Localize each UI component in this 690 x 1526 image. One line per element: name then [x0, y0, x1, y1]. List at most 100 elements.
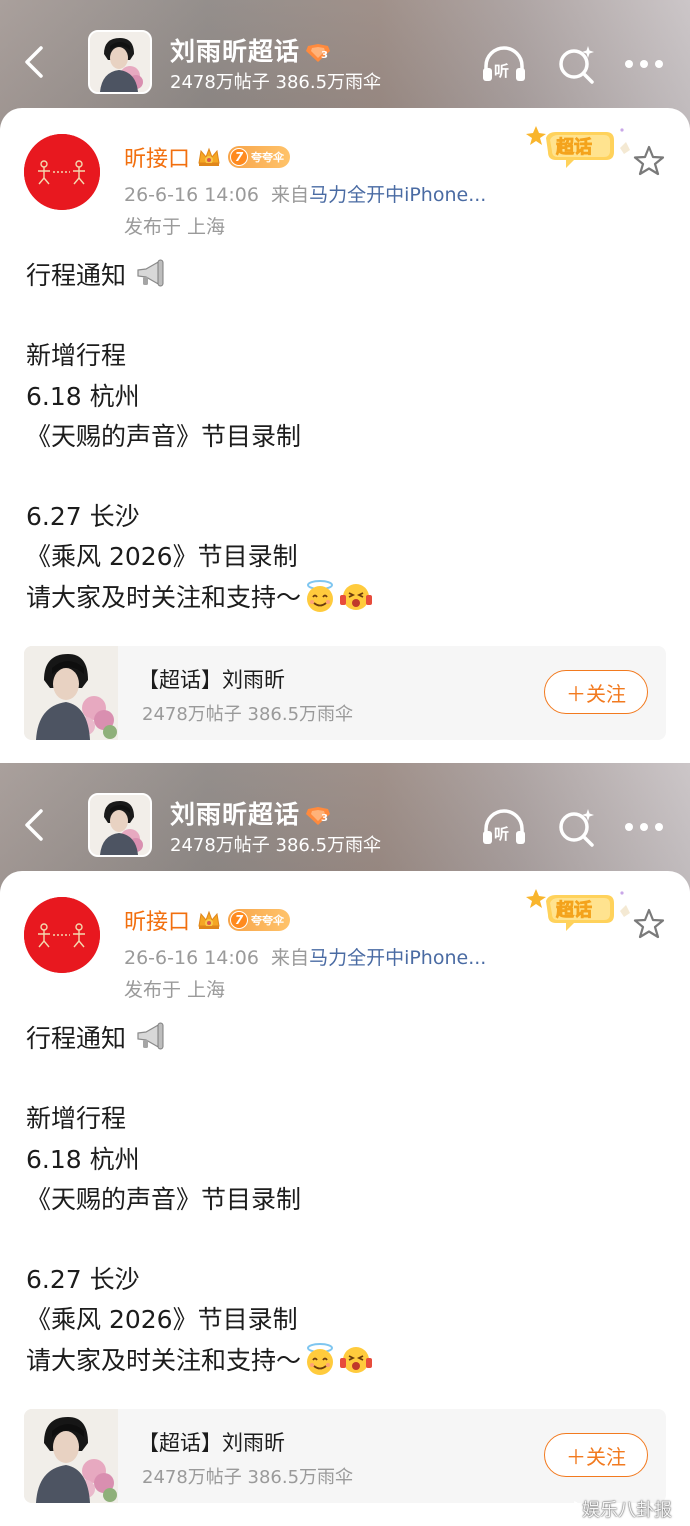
- listen-button[interactable]: 听: [480, 42, 528, 86]
- fan-badge: 7 夸夸伞: [228, 146, 291, 168]
- search-sparkle-icon: [559, 809, 594, 847]
- megaphone-icon: [137, 259, 164, 287]
- supertopic-badge: 超话: [526, 889, 630, 931]
- more-dots-icon: [625, 823, 663, 831]
- post-line: 《乘风 2026》节目录制: [26, 1300, 666, 1340]
- follow-button[interactable]: ＋关注: [544, 1433, 648, 1477]
- topic-avatar[interactable]: [88, 30, 152, 94]
- screenshot-panel-2: 刘雨昕超话 3 2478万帖子 386.5万雨伞 听 昕接口 7 夸夸伞 超话 …: [0, 763, 690, 1526]
- topic-avatar[interactable]: [88, 793, 152, 857]
- person-with-flowers-icon: [24, 646, 118, 740]
- post-time: 26-6-16 14:06: [124, 184, 259, 206]
- post-line-text: 6.27 长沙: [26, 1265, 140, 1295]
- search-sparkle-icon: [559, 46, 594, 84]
- stick-figures-icon: [24, 134, 100, 210]
- top-nav-bar: 刘雨昕超话 3 2478万帖子 386.5万雨伞 听: [0, 785, 690, 865]
- topic-title-text: 刘雨昕超话: [170, 800, 301, 829]
- cheering-face-emoji-icon: [340, 1346, 373, 1373]
- post-line: [26, 1220, 666, 1260]
- post-line: 请大家及时关注和支持～: [26, 1341, 666, 1381]
- back-button[interactable]: [14, 40, 54, 84]
- post-line-text: 6.18 杭州: [26, 1144, 140, 1174]
- post-line-text: 《乘风 2026》节目录制: [26, 542, 298, 572]
- topic-stats: 2478万帖子 386.5万雨伞: [170, 72, 382, 93]
- author-row: 昕接口 7 夸夸伞: [124, 141, 291, 173]
- fan-badge: 7 夸夸伞: [228, 909, 291, 931]
- weibo-logo-icon: [560, 1501, 579, 1518]
- crown-icon: [198, 147, 220, 166]
- post-meta: 26-6-16 14:06 来自马力全开中iPhone...: [124, 943, 486, 970]
- follow-button[interactable]: ＋关注: [544, 670, 648, 714]
- post-line-text: 请大家及时关注和支持～: [26, 1345, 302, 1375]
- person-photo-icon: [90, 32, 150, 92]
- headphones-icon: 听: [483, 46, 525, 81]
- post-line: 6.27 长沙: [26, 1260, 666, 1300]
- user-avatar[interactable]: [24, 134, 100, 210]
- post-line: 6.18 杭州: [26, 377, 666, 417]
- blessed-face-emoji-icon: [307, 1342, 334, 1375]
- favorite-star-icon[interactable]: [632, 907, 666, 941]
- supertopic-badge-text: 超话: [556, 136, 592, 158]
- post-line: 新增行程: [26, 336, 666, 376]
- post-card: 昕接口 7 夸夸伞 超话 26-6-16 14:06 来自马力全开中iPhone…: [0, 871, 690, 1526]
- level-diamond-icon: 3: [306, 807, 331, 825]
- cheering-face-emoji-icon: [340, 583, 373, 610]
- post-line: 请大家及时关注和支持～: [26, 578, 666, 618]
- blessed-face-emoji-icon: [307, 579, 334, 612]
- fan-level: 7: [230, 148, 249, 166]
- post-body: 行程通知 新增行程 6.18 杭州 《天赐的声音》节目录制 6.27 长沙 《乘…: [26, 1019, 666, 1381]
- post-source[interactable]: 马力全开中iPhone...: [309, 184, 486, 206]
- post-location: 发布于 上海: [124, 216, 226, 238]
- listen-button[interactable]: 听: [480, 805, 528, 849]
- post-line-text: 新增行程: [26, 341, 127, 371]
- author-row: 昕接口 7 夸夸伞: [124, 904, 291, 936]
- post-line-text: 6.27 长沙: [26, 502, 140, 532]
- post-source[interactable]: 马力全开中iPhone...: [309, 947, 486, 969]
- fan-label: 夸夸伞: [251, 151, 285, 164]
- megaphone-icon: [137, 1022, 164, 1050]
- svg-text:听: 听: [494, 825, 509, 843]
- post-line-text: 6.18 杭州: [26, 381, 140, 411]
- watermark: 娱乐八卦报: [560, 1496, 672, 1522]
- post-card: 昕接口 7 夸夸伞 超话 26-6-16 14:06 来自马力全开中iPhone…: [0, 108, 690, 763]
- supertopic-card-image: [24, 1409, 118, 1503]
- post-line: [26, 296, 666, 336]
- level-diamond-icon: 3: [306, 44, 331, 62]
- author-name[interactable]: 昕接口: [124, 904, 190, 936]
- post-line: 6.27 长沙: [26, 497, 666, 537]
- supertopic-card[interactable]: 【超话】刘雨昕 2478万帖子 386.5万雨伞 ＋关注: [24, 646, 666, 740]
- post-line: 《天赐的声音》节目录制: [26, 1180, 666, 1220]
- more-button[interactable]: [620, 805, 668, 849]
- search-button[interactable]: [552, 42, 600, 86]
- headphones-icon: 听: [483, 809, 525, 844]
- back-button[interactable]: [14, 803, 54, 847]
- source-prefix: 来自: [271, 184, 310, 206]
- post-line-text: 《天赐的声音》节目录制: [26, 421, 302, 451]
- person-with-flowers-icon: [24, 1409, 118, 1503]
- more-button[interactable]: [620, 42, 668, 86]
- svg-text:3: 3: [321, 50, 329, 61]
- topic-title: 刘雨昕超话 3: [170, 32, 332, 68]
- search-button[interactable]: [552, 805, 600, 849]
- author-name[interactable]: 昕接口: [124, 141, 190, 173]
- svg-text:听: 听: [494, 62, 509, 80]
- svg-text:3: 3: [321, 813, 329, 824]
- supertopic-card-stats: 2478万帖子 386.5万雨伞: [142, 704, 354, 725]
- top-nav-bar: 刘雨昕超话 3 2478万帖子 386.5万雨伞 听: [0, 22, 690, 102]
- post-line-text: 行程通知: [26, 1024, 127, 1053]
- supertopic-card-title: 【超话】刘雨昕: [138, 668, 285, 692]
- person-photo-icon: [90, 795, 150, 855]
- topic-stats: 2478万帖子 386.5万雨伞: [170, 835, 382, 856]
- post-line: 行程通知: [26, 1019, 666, 1059]
- post-line-text: 请大家及时关注和支持～: [26, 582, 302, 612]
- favorite-star-icon[interactable]: [632, 144, 666, 178]
- user-avatar[interactable]: [24, 897, 100, 973]
- back-arrow-icon: [25, 809, 43, 841]
- crown-icon: [198, 910, 220, 929]
- back-arrow-icon: [25, 46, 43, 78]
- more-dots-icon: [625, 60, 663, 68]
- post-line: 6.18 杭州: [26, 1140, 666, 1180]
- post-line: [26, 457, 666, 497]
- supertopic-card[interactable]: 【超话】刘雨昕 2478万帖子 386.5万雨伞 ＋关注: [24, 1409, 666, 1503]
- watermark-text: 娱乐八卦报: [582, 1500, 672, 1521]
